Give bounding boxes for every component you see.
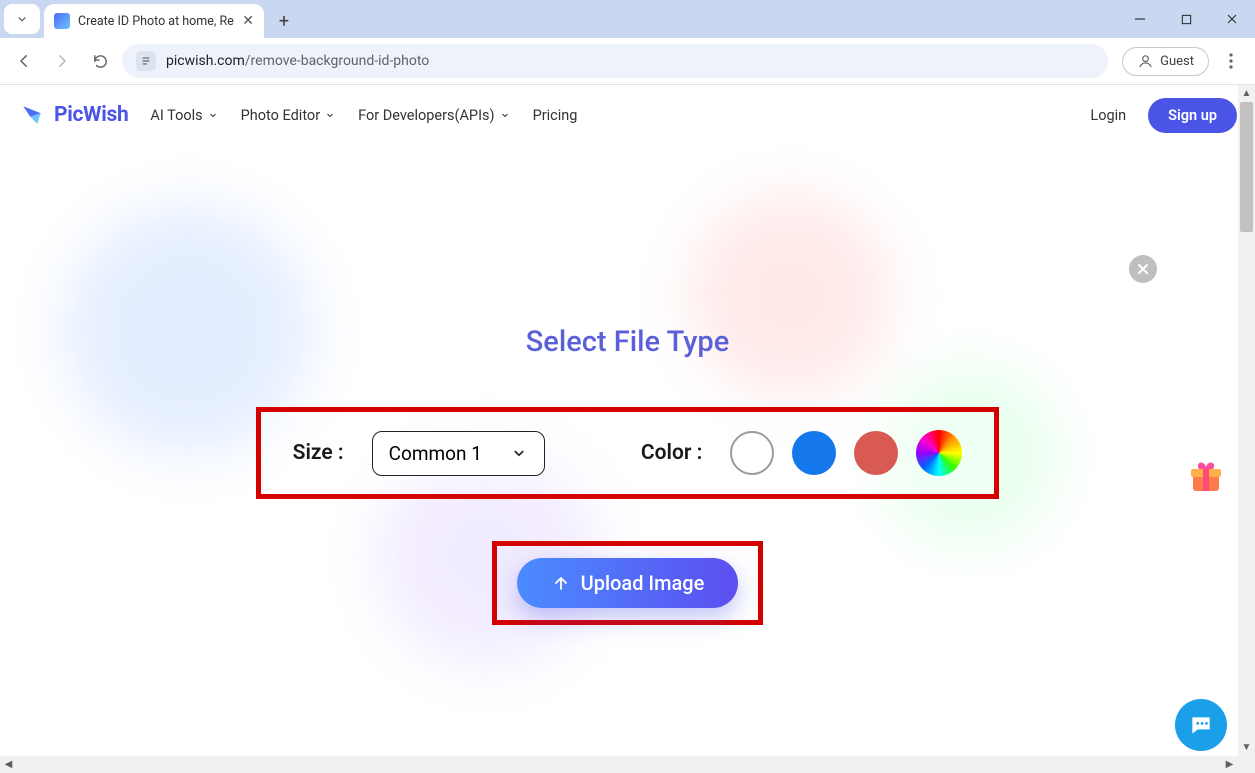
scroll-left-arrow[interactable]: ◀ bbox=[0, 756, 17, 773]
nav-photo-editor[interactable]: Photo Editor bbox=[241, 107, 336, 124]
tab-search-button[interactable] bbox=[4, 4, 40, 34]
window-controls bbox=[1117, 0, 1255, 38]
file-type-modal: Select File Type Size : Common 1 Color :… bbox=[0, 145, 1255, 625]
close-icon bbox=[1136, 262, 1150, 276]
size-dropdown[interactable]: Common 1 bbox=[372, 431, 545, 476]
tab-close-button[interactable]: ✕ bbox=[242, 13, 254, 29]
nav-ai-tools[interactable]: AI Tools bbox=[150, 107, 218, 124]
color-white[interactable] bbox=[730, 431, 774, 475]
browser-tab[interactable]: Create ID Photo at home, Re ✕ bbox=[44, 4, 264, 38]
forward-button[interactable] bbox=[46, 45, 78, 77]
color-red[interactable] bbox=[854, 431, 898, 475]
login-link[interactable]: Login bbox=[1090, 107, 1126, 124]
color-label: Color : bbox=[641, 441, 702, 465]
scroll-thumb[interactable] bbox=[1240, 102, 1253, 232]
color-blue[interactable] bbox=[792, 431, 836, 475]
color-swatches bbox=[730, 430, 962, 476]
close-window-button[interactable] bbox=[1209, 0, 1255, 38]
browser-menu-button[interactable] bbox=[1215, 45, 1247, 77]
reload-button[interactable] bbox=[84, 45, 116, 77]
chevron-down-icon bbox=[324, 109, 336, 121]
person-icon bbox=[1137, 53, 1154, 70]
upload-section: Upload Image bbox=[492, 541, 764, 625]
scrollbar-corner bbox=[1238, 756, 1255, 773]
site-header: PicWish AI Tools Photo Editor For Develo… bbox=[0, 85, 1255, 145]
logo-text: PicWish bbox=[54, 103, 128, 127]
upload-icon bbox=[551, 573, 571, 593]
upload-label: Upload Image bbox=[581, 571, 705, 595]
close-modal-button[interactable] bbox=[1129, 255, 1157, 283]
scroll-up-arrow[interactable]: ▲ bbox=[1238, 85, 1255, 102]
chevron-down-icon bbox=[499, 109, 511, 121]
size-label: Size : bbox=[293, 441, 344, 465]
logo-icon bbox=[18, 101, 46, 129]
back-button[interactable] bbox=[8, 45, 40, 77]
tab-title: Create ID Photo at home, Re bbox=[78, 14, 234, 29]
chat-fab[interactable] bbox=[1175, 699, 1227, 751]
browser-tab-strip: Create ID Photo at home, Re ✕ + bbox=[0, 0, 1255, 38]
nav-pricing[interactable]: Pricing bbox=[533, 107, 578, 124]
logo[interactable]: PicWish bbox=[18, 101, 128, 129]
vertical-scrollbar[interactable]: ▲ ▼ bbox=[1238, 85, 1255, 756]
profile-button[interactable]: Guest bbox=[1122, 47, 1209, 76]
page-content: PicWish AI Tools Photo Editor For Develo… bbox=[0, 85, 1255, 773]
scroll-down-arrow[interactable]: ▼ bbox=[1238, 739, 1255, 756]
chevron-down-icon bbox=[510, 444, 528, 462]
url-input[interactable]: picwish.com/remove-background-id-photo bbox=[122, 44, 1108, 78]
chevron-down-icon bbox=[15, 12, 29, 26]
minimize-button[interactable] bbox=[1117, 0, 1163, 38]
nav-developers[interactable]: For Developers(APIs) bbox=[358, 107, 510, 124]
size-value: Common 1 bbox=[389, 442, 482, 465]
chat-icon bbox=[1188, 712, 1214, 738]
color-picker[interactable] bbox=[916, 430, 962, 476]
scroll-right-arrow[interactable]: ▶ bbox=[1221, 756, 1238, 773]
address-bar: picwish.com/remove-background-id-photo G… bbox=[0, 38, 1255, 85]
signup-button[interactable]: Sign up bbox=[1148, 98, 1237, 133]
guest-label: Guest bbox=[1160, 54, 1194, 69]
site-info-icon[interactable] bbox=[136, 51, 156, 71]
upload-image-button[interactable]: Upload Image bbox=[517, 558, 739, 608]
url-text: picwish.com/remove-background-id-photo bbox=[166, 53, 429, 69]
horizontal-scrollbar[interactable]: ◀ ▶ bbox=[0, 756, 1238, 773]
chevron-down-icon bbox=[207, 109, 219, 121]
favicon-icon bbox=[54, 13, 70, 29]
options-row: Size : Common 1 Color : bbox=[256, 407, 1000, 499]
modal-title: Select File Type bbox=[526, 325, 729, 359]
maximize-button[interactable] bbox=[1163, 0, 1209, 38]
gift-icon[interactable] bbox=[1185, 455, 1227, 497]
new-tab-button[interactable]: + bbox=[270, 7, 298, 35]
